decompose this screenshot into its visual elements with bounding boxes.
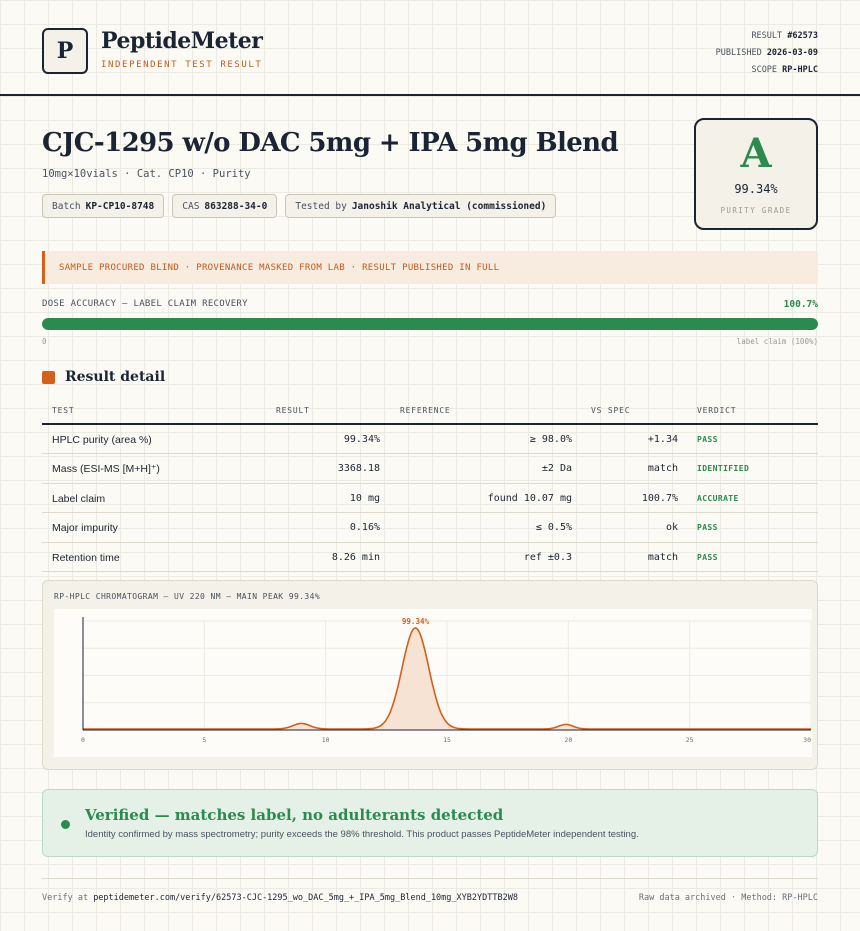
cell-reference: ≥ 98.0% (529, 434, 572, 445)
cas-chip: CAS 863288-34-0 (172, 194, 278, 218)
x-tick-label: 20 (564, 736, 572, 744)
cas-label: CAS (182, 200, 200, 212)
footer-verify: Verify at peptidemeter.com/verify/62573-… (42, 893, 518, 903)
brand-tagline: INDEPENDENT TEST RESULT (101, 60, 263, 70)
table-row: Major impurity 0.16% ≤ 0.5% ok PASS (42, 513, 818, 543)
cell-test: Major impurity (52, 522, 118, 535)
chromatogram-svg: 0 5 10 15 20 25 30 99.34% (81, 617, 812, 744)
cell-result: 10 mg (349, 492, 380, 504)
cell-verdict: PASS (697, 523, 718, 533)
cell-result: 8.26 min (331, 551, 380, 563)
dose-accuracy-label: DOSE ACCURACY — LABEL CLAIM RECOVERY (42, 299, 248, 309)
blind-sample-notice: SAMPLE PROCURED BLIND · PROVENANCE MASKE… (42, 251, 818, 284)
chromatogram-title: RP-HPLC CHROMATOGRAM — UV 220 NM — MAIN … (54, 592, 321, 601)
grade-label: PURITY GRADE (720, 206, 792, 215)
table-header: TEST RESULT REFERENCE VS SPEC VERDICT (42, 398, 818, 425)
batch-chip: Batch KP-CP10-8748 (42, 194, 165, 218)
verify-label: Verify at (42, 893, 89, 903)
chromatogram-panel: RP-HPLC CHROMATOGRAM — UV 220 NM — MAIN … (42, 580, 818, 770)
cas-value: 863288-34-0 (204, 200, 268, 212)
cell-reference: ref ±0.3 (523, 551, 572, 563)
published-label: PUBLISHED (715, 48, 762, 58)
x-tick-label: 5 (202, 736, 206, 744)
col-verdict: VERDICT (697, 406, 737, 415)
batch-value: KP-CP10-8748 (85, 200, 155, 212)
dose-progress-track (42, 318, 818, 330)
verified-text: Identity confirmed by mass spectrometry;… (85, 829, 639, 840)
x-tick-label: 0 (81, 736, 85, 744)
dose-accuracy-value: 100.7% (783, 299, 818, 310)
dose-progress-fill (42, 318, 818, 330)
tested-by-value: Janoshik Analytical (commissioned) (351, 200, 547, 212)
cell-test: Label claim (52, 492, 106, 505)
result-detail-heading: Result detail (42, 369, 165, 385)
x-tick-label: 10 (322, 736, 330, 744)
cell-vs-spec: +1.34 (647, 434, 678, 445)
cell-verdict: IDENTIFIED (697, 464, 750, 474)
verified-banner: Verified — matches label, no adulterants… (42, 789, 818, 857)
footer-method: Raw data archived · Method: RP-HPLC (638, 893, 818, 903)
batch-label: Batch (52, 200, 81, 212)
cell-reference: ±2 Da (541, 463, 572, 475)
product-subtitle: 10mg×10vials · Cat. CP10 · Purity (42, 168, 251, 180)
x-tick-label: 15 (443, 736, 451, 744)
section-title: Result detail (65, 369, 166, 385)
dose-max-label: label claim (100%) (736, 337, 818, 346)
result-id: #62573 (787, 31, 818, 41)
peak-label: 99.34% (402, 617, 430, 626)
cell-vs-spec: 100.7% (641, 492, 678, 504)
cell-test: HPLC purity (area %) (52, 434, 152, 446)
scope-value: RP-HPLC (782, 65, 818, 75)
cell-verdict: PASS (697, 552, 718, 562)
brand-name: PeptideMeter (101, 28, 263, 54)
table-row: HPLC purity (area %) 99.34% ≥ 98.0% +1.3… (42, 425, 818, 455)
cell-vs-spec: ok (665, 522, 678, 534)
table-row: Retention time 8.26 min ref ±0.3 match P… (42, 543, 818, 572)
result-meta: RESULT #62573 PUBLISHED 2026-03-09 SCOPE… (716, 28, 818, 79)
logo: P (42, 28, 88, 74)
grade-value: 99.34% (734, 182, 778, 196)
scope-label: SCOPE (751, 65, 778, 75)
cell-test: Mass (ESI-MS [M+H]⁺) (52, 463, 160, 476)
header: P PeptideMeter INDEPENDENT TEST RESULT R… (0, 0, 860, 96)
tested-by-chip: Tested by Janoshik Analytical (commission… (285, 194, 557, 218)
grade-letter: A (740, 130, 772, 177)
logo-letter: P (56, 38, 74, 64)
verify-link[interactable]: peptidemeter.com/verify/62573-CJC-1295_w… (93, 893, 518, 903)
tested-by-label: Tested by (295, 200, 347, 212)
cell-reference: ≤ 0.5% (535, 522, 572, 534)
cell-vs-spec: match (647, 551, 678, 563)
cell-result: 3368.18 (337, 463, 380, 475)
x-tick-label: 30 (803, 736, 811, 744)
published-date: 2026-03-09 (766, 48, 818, 58)
cell-verdict: ACCURATE (697, 493, 739, 503)
cell-reference: found 10.07 mg (487, 492, 572, 504)
cell-vs-spec: match (647, 463, 678, 475)
col-test: TEST (52, 406, 75, 415)
col-result: RESULT (276, 406, 310, 415)
table-row: Label claim 10 mg found 10.07 mg 100.7% … (42, 484, 818, 514)
x-tick-label: 25 (686, 736, 694, 744)
footer-divider (42, 878, 818, 879)
cell-result: 99.34% (343, 434, 380, 445)
cell-verdict: PASS (697, 435, 718, 444)
dose-min-label: 0 (42, 337, 47, 346)
verified-title: Verified — matches label, no adulterants… (85, 806, 504, 824)
product-chips: Batch KP-CP10-8748 CAS 863288-34-0 Tested … (42, 194, 557, 218)
section-marker-icon (42, 370, 55, 384)
chromatogram-plot: 0 5 10 15 20 25 30 99.34% (54, 609, 812, 757)
cell-test: Retention time (52, 551, 120, 564)
result-table: TEST RESULT REFERENCE VS SPEC VERDICT HP… (42, 398, 818, 572)
verified-dot-icon (61, 820, 70, 829)
cell-result: 0.16% (349, 522, 380, 534)
product-title: CJC-1295 w/o DAC 5mg + IPA 5mg Blend (42, 128, 619, 158)
table-row: Mass (ESI-MS [M+H]⁺) 3368.18 ±2 Da match… (42, 454, 818, 484)
purity-grade-card: A 99.34% PURITY GRADE (694, 118, 818, 230)
col-vs-spec: VS SPEC (591, 406, 631, 415)
result-id-label: RESULT (751, 31, 783, 41)
col-reference: REFERENCE (400, 406, 451, 415)
